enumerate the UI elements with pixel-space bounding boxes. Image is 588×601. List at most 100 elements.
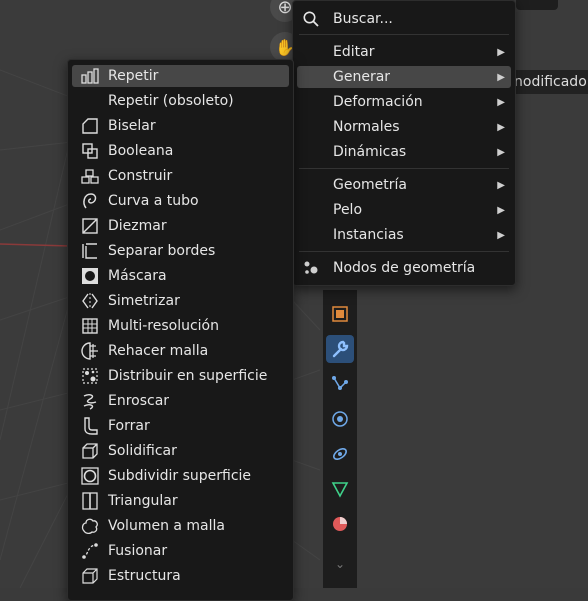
- search-label: Buscar...: [333, 11, 393, 27]
- separator: [299, 34, 509, 35]
- menu-item-label: Volumen a malla: [108, 518, 225, 534]
- particles-icon: [332, 376, 348, 390]
- menu-item-label: Geometría: [333, 177, 407, 193]
- menu-item-editar[interactable]: Editar ▶: [297, 41, 511, 63]
- triangulate-icon: [80, 491, 100, 511]
- menu-item-label: Enroscar: [108, 393, 170, 409]
- modifier-item-decimate[interactable]: Diezmar: [72, 215, 289, 237]
- menu-item-label: Repetir: [108, 68, 159, 84]
- build-icon: [80, 166, 100, 186]
- weld-icon: [80, 541, 100, 561]
- menu-item-label: Repetir (obsoleto): [108, 93, 234, 109]
- modifier-item-weld[interactable]: Fusionar: [72, 540, 289, 562]
- modifier-item-scatter[interactable]: Distribuir en superficie: [72, 365, 289, 387]
- tab-modifiers[interactable]: [326, 335, 354, 363]
- submenu-arrow-icon: ▶: [497, 71, 505, 83]
- chevron-down-icon: ⌄: [334, 557, 346, 571]
- decimate-icon: [80, 216, 100, 236]
- tab-physics[interactable]: [326, 405, 354, 433]
- multires-icon: [80, 316, 100, 336]
- menu-item-label: Curva a tubo: [108, 193, 199, 209]
- modifier-item-subdivision[interactable]: Subdividir superficie: [72, 465, 289, 487]
- edge-split-icon: [80, 241, 100, 261]
- remesh-icon: [80, 341, 100, 361]
- submenu-arrow-icon: ▶: [497, 146, 505, 158]
- material-icon: [333, 517, 347, 531]
- modifier-item-multires[interactable]: Multi-resolución: [72, 315, 289, 337]
- modifier-item-mirror[interactable]: Simetrizar: [72, 290, 289, 312]
- generate-submenu: Repetir Repetir (obsoleto) Biselar Boole…: [67, 59, 294, 601]
- tab-particles[interactable]: [326, 370, 354, 398]
- modifier-item-array-legacy[interactable]: Repetir (obsoleto): [72, 90, 289, 112]
- modifier-item-bevel[interactable]: Biselar: [72, 115, 289, 137]
- wireframe-icon: [80, 566, 100, 586]
- menu-item-label: Editar: [333, 44, 375, 60]
- modifier-item-boolean[interactable]: Booleana: [72, 140, 289, 162]
- boolean-icon: [80, 141, 100, 161]
- modifier-item-solidify[interactable]: Solidificar: [72, 440, 289, 462]
- menu-item-generar[interactable]: Generar ▶: [297, 66, 511, 88]
- curve-to-tube-icon: [80, 191, 100, 211]
- menu-item-label: Multi-resolución: [108, 318, 219, 334]
- separator: [299, 168, 509, 169]
- modifier-item-triangulate[interactable]: Triangular: [72, 490, 289, 512]
- menu-item-label: Normales: [333, 119, 400, 135]
- subdivision-icon: [80, 466, 100, 486]
- modifier-item-array[interactable]: Repetir: [72, 65, 289, 87]
- menu-item-label: Pelo: [333, 202, 363, 218]
- solidify-icon: [80, 441, 100, 461]
- menu-item-pelo[interactable]: Pelo ▶: [297, 199, 511, 221]
- modifier-item-volume-to-mesh[interactable]: Volumen a malla: [72, 515, 289, 537]
- physics-icon: [332, 411, 348, 427]
- menu-item-label: Fusionar: [108, 543, 168, 559]
- menu-item-label: Triangular: [108, 493, 178, 509]
- modifier-item-screw[interactable]: Enroscar: [72, 390, 289, 412]
- wrench-icon: [332, 340, 349, 358]
- menu-item-deformacion[interactable]: Deformación ▶: [297, 91, 511, 113]
- submenu-arrow-icon: ▶: [497, 179, 505, 191]
- modifier-item-curve-to-tube[interactable]: Curva a tubo: [72, 190, 289, 212]
- menu-item-label: Forrar: [108, 418, 150, 434]
- scatter-icon: [80, 366, 100, 386]
- menu-item-label: Construir: [108, 168, 173, 184]
- menu-item-label: Solidificar: [108, 443, 177, 459]
- menu-item-dinamicas[interactable]: Dinámicas ▶: [297, 141, 511, 163]
- menu-item-label: Máscara: [108, 268, 167, 284]
- properties-tab-bar: ⌄: [323, 290, 357, 588]
- tab-object[interactable]: [326, 300, 354, 328]
- menu-item-label: Estructura: [108, 568, 181, 584]
- modifier-item-mask[interactable]: Máscara: [72, 265, 289, 287]
- menu-item-instancias[interactable]: Instancias ▶: [297, 224, 511, 246]
- menu-item-normales[interactable]: Normales ▶: [297, 116, 511, 138]
- geometry-nodes-icon: [301, 258, 321, 278]
- menu-item-label: Subdividir superficie: [108, 468, 252, 484]
- modifier-item-wireframe[interactable]: Estructura: [72, 565, 289, 587]
- menu-item-label: Deformación: [333, 94, 423, 110]
- menu-item-geometria[interactable]: Geometría ▶: [297, 174, 511, 196]
- menu-item-label: Dinámicas: [333, 144, 407, 160]
- tab-material[interactable]: [326, 510, 354, 538]
- search-icon: [301, 9, 321, 29]
- modifier-item-skin[interactable]: Forrar: [72, 415, 289, 437]
- search-item[interactable]: Buscar...: [297, 8, 511, 30]
- tab-data[interactable]: [326, 475, 354, 503]
- menu-item-label: Rehacer malla: [108, 343, 209, 359]
- menu-item-label: Nodos de geometría: [333, 260, 476, 276]
- modifier-item-remesh[interactable]: Rehacer malla: [72, 340, 289, 362]
- menu-item-geometry-nodes[interactable]: Nodos de geometría: [297, 257, 511, 279]
- submenu-arrow-icon: ▶: [497, 96, 505, 108]
- menu-item-label: Diezmar: [108, 218, 167, 234]
- menu-item-label: Distribuir en superficie: [108, 368, 268, 384]
- tab-constraints[interactable]: [326, 440, 354, 468]
- menu-item-label: Booleana: [108, 143, 174, 159]
- modifier-item-edge-split[interactable]: Separar bordes: [72, 240, 289, 262]
- submenu-arrow-icon: ▶: [497, 121, 505, 133]
- menu-item-label: Generar: [333, 69, 391, 85]
- submenu-arrow-icon: ▶: [497, 46, 505, 58]
- menu-item-label: Simetrizar: [108, 293, 180, 309]
- object-icon: [332, 306, 348, 322]
- array-icon: [80, 66, 100, 86]
- tab-more[interactable]: ⌄: [326, 550, 354, 578]
- modifier-item-build[interactable]: Construir: [72, 165, 289, 187]
- data-icon: [331, 482, 349, 498]
